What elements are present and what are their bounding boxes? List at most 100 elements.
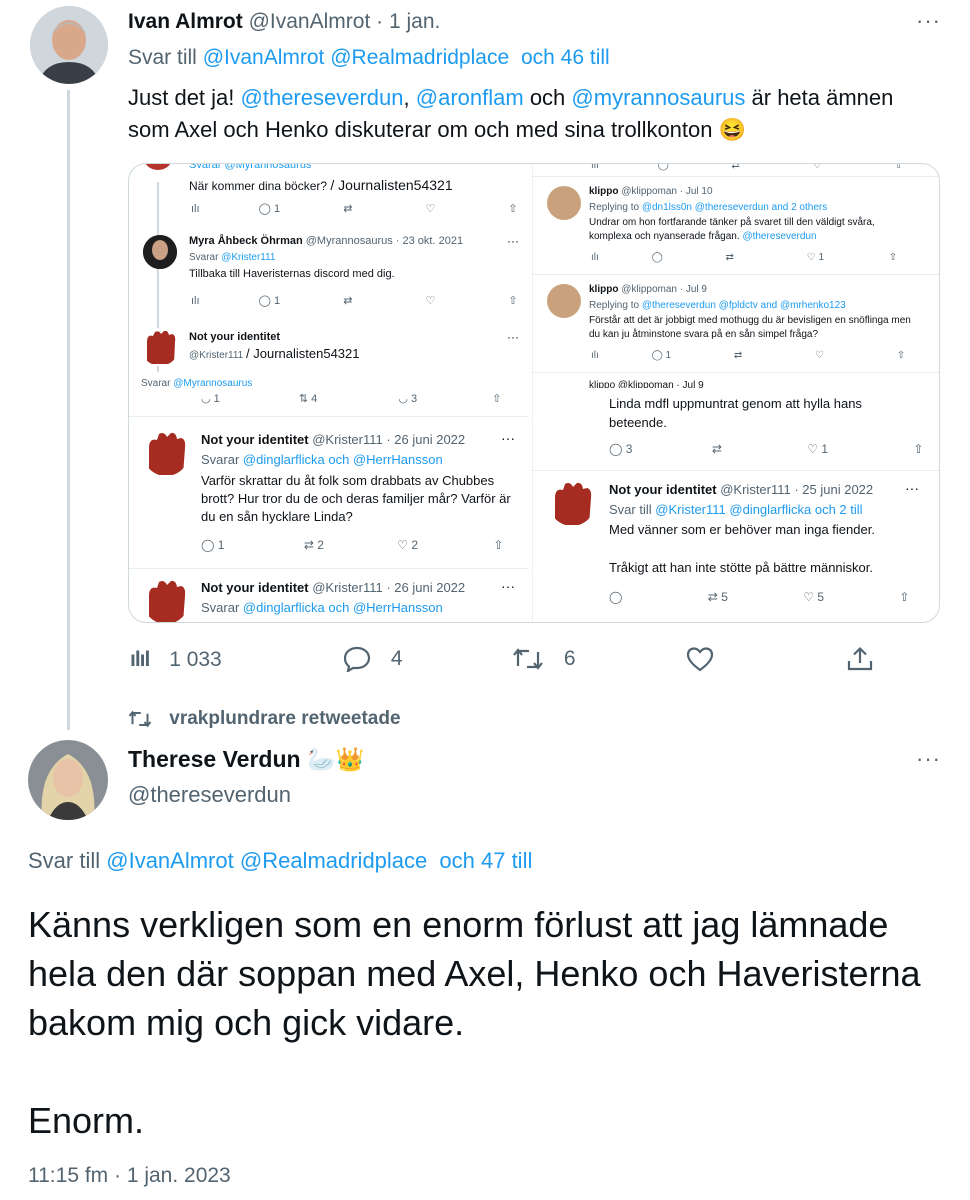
tweet1-mention-myrannosaurus[interactable]: @myrannosaurus: [571, 85, 745, 110]
reply-icon[interactable]: ◯: [201, 538, 214, 552]
share-icon[interactable]: ⇧: [492, 393, 501, 405]
like-icon[interactable]: ♡: [425, 203, 435, 215]
retweet-icon[interactable]: ⇄: [343, 295, 352, 307]
tweet2-reply-mention-ivan[interactable]: @IvanAlmrot: [106, 848, 233, 873]
like-icon[interactable]: ♡: [813, 164, 822, 171]
reply-icon[interactable]: ◯: [259, 295, 271, 307]
avatar-therese[interactable]: [28, 740, 108, 820]
left-myra-handle: @Myrannosaurus · 23 okt. 2021: [305, 235, 464, 247]
avatar-myra[interactable]: [143, 235, 177, 269]
left-t2-reply-to[interactable]: @dinglarflicka och @HerrHansson: [243, 452, 443, 467]
left-t2-name[interactable]: Not your identitet: [201, 432, 309, 447]
reply-icon[interactable]: ◯: [609, 442, 622, 456]
like-icon[interactable]: ♡: [803, 590, 814, 604]
retweet-icon[interactable]: ⇄: [343, 203, 352, 215]
avatar-klippo-1[interactable]: [547, 186, 581, 220]
analytics-icon[interactable]: ılı: [191, 203, 200, 215]
left-nyi-name[interactable]: Not your identitet: [189, 331, 280, 343]
left-t3-more-icon[interactable]: ···: [501, 578, 515, 594]
retweet-icon[interactable]: ⇅: [299, 393, 308, 405]
analytics-icon[interactable]: ılı: [591, 350, 599, 361]
reply-icon[interactable]: ◯: [658, 164, 669, 171]
left-nyi-more-icon[interactable]: ···: [507, 330, 519, 344]
reply-icon[interactable]: ◯: [259, 203, 271, 215]
tweet2-author-name[interactable]: Therese Verdun: [128, 746, 301, 772]
tweet2-more-icon[interactable]: ···: [916, 748, 941, 770]
retweet-icon[interactable]: ⇄: [304, 538, 314, 552]
right-k1-reply-to[interactable]: @dn1lss0n @thereseverdun and 2 others: [642, 202, 827, 213]
left-svarar-line: Svarar @Myrannosaurus: [141, 378, 252, 389]
tweet1-reply-mention-ivan[interactable]: @IvanAlmrot: [203, 46, 325, 69]
tweet1-retweet-button[interactable]: 6: [512, 646, 576, 672]
right-nyi-reply-more[interactable]: och 2 till: [815, 502, 863, 517]
reply-icon[interactable]: ◯: [652, 350, 663, 361]
reply-icon[interactable]: ◯: [652, 252, 663, 263]
retweet-icon[interactable]: ⇄: [712, 442, 722, 456]
tweet1-author-handle[interactable]: @IvanAlmrot: [249, 10, 371, 33]
share-icon[interactable]: ⇧: [894, 164, 902, 171]
left-t3-reply-to[interactable]: @dinglarflicka och @HerrHansson: [243, 600, 443, 615]
left-row-reply-count: 1: [213, 393, 220, 405]
right-nyi-reply: Svar till @Krister111 @dinglarflicka och…: [609, 502, 863, 517]
tweet1-reply-more[interactable]: och 46 till: [521, 46, 610, 69]
tweet1-mention-aronflam[interactable]: @aronflam: [416, 85, 524, 110]
right-k2-reply-to[interactable]: @thereseverdun @fpldctv and @mrhenko123: [642, 300, 846, 311]
tweet2-author-handle[interactable]: @thereseverdun: [128, 782, 291, 808]
tweet2-reply-mention-realmadrid[interactable]: @Realmadridplace: [240, 848, 427, 873]
reply-icon[interactable]: ◯: [609, 590, 622, 604]
tweet1-share-button[interactable]: [846, 646, 874, 672]
share-icon[interactable]: ⇧: [897, 350, 905, 361]
right-nyi-reply-to[interactable]: @Krister111 @dinglarflicka: [655, 502, 811, 517]
tweet2-reply-more[interactable]: och 47 till: [439, 848, 532, 873]
reply-icon[interactable]: ◡: [201, 393, 211, 405]
analytics-icon[interactable]: ılı: [191, 295, 200, 307]
left-svarar-to[interactable]: @Myrannosaurus: [173, 378, 252, 389]
right-nyi-name[interactable]: Not your identitet: [609, 482, 717, 497]
tweet1-reply-mention-realmadrid[interactable]: @Realmadridplace: [330, 46, 509, 69]
tweet1-author-name[interactable]: Ivan Almrot: [128, 10, 243, 33]
tweet1-mention-therese[interactable]: @thereseverdun: [241, 85, 404, 110]
right-k2-actions: ılı ◯ 1 ⇄ ♡ ⇧: [591, 350, 905, 361]
tweet1-date[interactable]: 1 jan.: [389, 10, 440, 33]
tweet1-like-button[interactable]: [686, 646, 714, 672]
retweet-icon[interactable]: ⇄: [708, 590, 718, 604]
like-icon[interactable]: ◡: [398, 393, 408, 405]
tweet2-timestamp[interactable]: 11:15 fm · 1 jan. 2023: [28, 1164, 231, 1188]
left-t2-more-icon[interactable]: ···: [501, 430, 515, 446]
retweet-icon[interactable]: ⇄: [726, 252, 734, 263]
avatar-fist-2: [141, 328, 179, 366]
left-myra-name[interactable]: Myra Åhbeck Öhrman: [189, 235, 303, 247]
like-icon[interactable]: ♡: [425, 295, 435, 307]
retweet-context[interactable]: vrakplundrare retweetade: [128, 708, 401, 730]
tweet1-text-comma: ,: [403, 85, 410, 110]
like-icon[interactable]: ♡: [815, 350, 824, 361]
right-k1-name[interactable]: klippo: [589, 186, 618, 197]
retweet-icon[interactable]: ⇄: [734, 350, 742, 361]
avatar-klippo-2[interactable]: [547, 284, 581, 318]
right-k2-text-2: du kan ju åtminstone svara på en sån sim…: [589, 329, 819, 340]
share-icon[interactable]: ⇧: [889, 252, 897, 263]
avatar-ivan[interactable]: [30, 6, 108, 84]
like-icon[interactable]: ♡: [807, 442, 818, 456]
left-t3-name[interactable]: Not your identitet: [201, 580, 309, 595]
retweet-icon[interactable]: ⇄: [732, 164, 740, 171]
like-icon[interactable]: ♡: [807, 252, 816, 263]
analytics-icon[interactable]: ılı: [591, 252, 599, 263]
tweet1-more-icon[interactable]: ···: [916, 10, 941, 32]
like-icon[interactable]: ♡: [397, 538, 408, 552]
left-myra-more-icon[interactable]: ···: [507, 234, 519, 248]
tweet1-reply-button[interactable]: 4: [343, 646, 403, 674]
share-icon[interactable]: ⇧: [493, 538, 503, 552]
share-icon[interactable]: ⇧: [913, 442, 923, 456]
right-k1-mention[interactable]: @thereseverdun: [742, 231, 816, 242]
tweet1-dot: ·: [376, 10, 384, 33]
analytics-icon[interactable]: ılı: [591, 164, 599, 171]
tweet1-views[interactable]: ılıl 1 033: [130, 648, 222, 672]
embedded-screenshot-card[interactable]: Svarar @Myrannosaurus När kommer dina bö…: [128, 163, 940, 623]
share-icon[interactable]: ⇧: [508, 203, 517, 215]
share-icon[interactable]: ⇧: [899, 590, 909, 604]
right-nyi-more-icon[interactable]: ···: [905, 480, 919, 496]
share-icon[interactable]: ⇧: [508, 295, 517, 307]
left-myra-reply-to[interactable]: @Krister111: [221, 252, 275, 263]
right-k2-name[interactable]: klippo: [589, 284, 618, 295]
